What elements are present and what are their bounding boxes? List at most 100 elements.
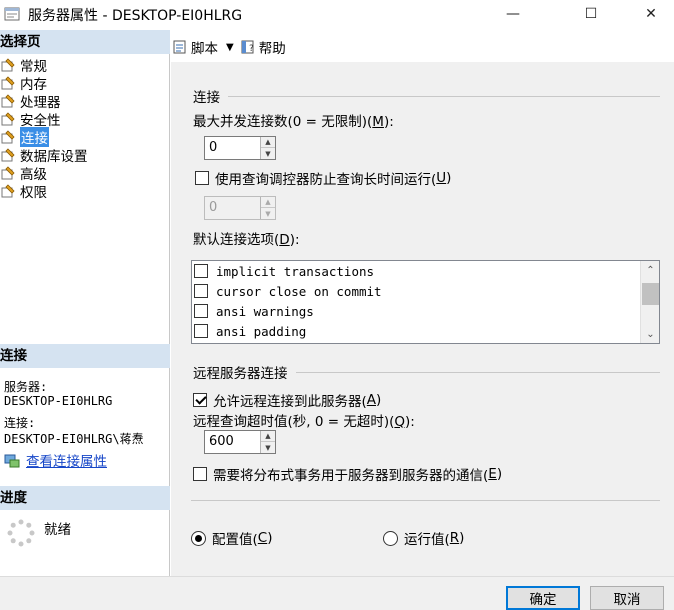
list-item[interactable]: ansi warnings [194,301,314,321]
ok-button[interactable]: 确定 [506,586,580,610]
cancel-button[interactable]: 取消 [590,586,664,610]
page-memory[interactable]: 内存 [0,74,47,93]
page-label: 内存 [20,77,47,93]
close-button[interactable]: ✕ [628,0,674,28]
decrement-arrow-icon[interactable]: ▼ [261,442,275,453]
decrement-arrow-icon: ▼ [265,209,271,218]
page-permissions[interactable]: 权限 [0,182,47,201]
left-pane: 选择页 常规 内存 处理器 安全性 连接 数据库设置 高级 权限 连接 服务器:… [0,30,170,576]
default-connection-options-label: 默认连接选项(D): [193,232,300,248]
connection-header: 连接 [0,344,170,368]
list-item[interactable]: cursor close on commit [194,281,382,301]
decrement-arrow-icon[interactable]: ▼ [261,148,275,159]
wrench-page-icon [1,130,15,144]
checkbox-box[interactable] [195,171,209,185]
script-label: 脚本 [191,41,218,57]
remote-group-header: 远程服务器连接 [193,362,660,382]
page-connections[interactable]: 连接 [0,127,49,147]
query-governor-checkbox[interactable]: 使用查询调控器防止查询长时间运行(U) [195,168,451,188]
view-connection-properties-label: 查看连接属性 [26,454,107,470]
max-connections-spinner[interactable]: ▲ ▼ [260,137,275,159]
distributed-transactions-checkbox[interactable]: 需要将分布式事务用于服务器到服务器的通信(E) [193,464,502,484]
view-connection-properties-link[interactable]: 查看连接属性 [4,450,107,470]
group-title: 远程服务器连接 [193,366,288,382]
connection-value: DESKTOP-EI0HLRG\蒋焘 [4,432,144,446]
page-label: 安全性 [20,113,61,129]
progress-header: 进度 [0,486,170,510]
wrench-page-icon [1,184,15,198]
increment-arrow-icon[interactable]: ▲ [261,431,275,442]
script-icon [173,40,186,54]
max-connections-label: 最大并发连接数(0 = 无限制)(M): [193,114,394,130]
query-governor-spinner: ▲ ▼ [260,197,275,219]
server-label: 服务器: [4,380,48,394]
page-label: 权限 [20,185,47,201]
remote-timeout-label: 远程查询超时值(秒, 0 = 无超时)(Q): [193,414,415,430]
query-governor-value: 0 [209,200,218,215]
checkbox-box[interactable] [194,304,208,318]
minimize-button[interactable]: — [490,0,536,28]
help-label: 帮助 [258,41,286,57]
page-processors[interactable]: 处理器 [0,92,61,111]
connection-label: 连接: [4,416,36,430]
scroll-down-icon[interactable]: ⌄ [641,325,659,343]
running-values-radio[interactable]: 运行值(R) [383,528,464,548]
title-bar: 服务器属性 - DESKTOP-EI0HLRG — ☐ ✕ [0,0,674,28]
checkbox-box[interactable] [193,393,207,407]
allow-remote-checkbox[interactable]: 允许远程连接到此服务器(A) [193,390,381,410]
vertical-scrollbar[interactable]: ⌃ ⌄ [640,261,659,343]
page-label: 常规 [20,59,47,75]
increment-arrow-icon: ▲ [261,197,275,208]
default-connection-options-list[interactable]: implicit transactions cursor close on co… [191,260,660,344]
page-advanced[interactable]: 高级 [0,164,47,183]
page-label: 处理器 [20,95,61,111]
dropdown-arrow-icon: ▼ [226,41,234,53]
radio-circle[interactable] [191,530,206,546]
wrench-page-icon [1,148,15,162]
increment-arrow-icon[interactable]: ▲ [261,137,275,148]
window-title: 服务器属性 - DESKTOP-EI0HLRG [28,8,243,24]
wrench-page-icon [1,58,15,72]
wrench-page-icon [1,94,15,108]
server-properties-icon [4,7,20,21]
list-item[interactable]: ansi padding [194,321,306,341]
page-database-settings[interactable]: 数据库设置 [0,146,88,165]
script-button[interactable]: 脚本 ▼ [172,37,234,57]
help-button[interactable]: ? 帮助 [240,37,286,57]
progress-status: 就绪 [44,522,71,538]
checkbox-box[interactable] [194,264,208,278]
remote-timeout-spinner[interactable]: ▲ ▼ [260,431,275,453]
list-item[interactable]: implicit transactions [194,261,374,281]
checkbox-box[interactable] [194,324,208,338]
connection-properties-icon [4,454,20,468]
page-label: 高级 [20,167,47,183]
divider [191,500,660,501]
query-governor-input: 0 ▲ ▼ [204,196,276,220]
wrench-page-icon [1,76,15,90]
max-connections-value: 0 [209,140,218,155]
scroll-thumb[interactable] [642,283,659,305]
help-icon: ? [241,40,254,54]
progress-spinner-icon [7,519,35,547]
wrench-page-icon [1,166,15,180]
connections-group-header: 连接 [193,86,660,106]
page-general[interactable]: 常规 [0,56,47,75]
remote-timeout-value: 600 [209,434,234,449]
radio-circle[interactable] [383,530,398,546]
page-label: 数据库设置 [20,149,88,165]
group-title: 连接 [193,90,220,106]
wrench-page-icon [1,112,15,126]
scroll-up-icon[interactable]: ⌃ [641,261,659,279]
checkbox-box[interactable] [193,467,207,481]
checkbox-box[interactable] [194,284,208,298]
svg-text:?: ? [249,44,254,54]
select-page-header: 选择页 [0,30,170,54]
dialog-footer: 确定 取消 [0,576,674,610]
max-connections-input[interactable]: 0 ▲ ▼ [204,136,276,160]
maximize-button[interactable]: ☐ [568,0,614,28]
page-security[interactable]: 安全性 [0,110,61,129]
toolbar: 脚本 ▼ ? 帮助 [172,32,292,62]
remote-timeout-input[interactable]: 600 ▲ ▼ [204,430,276,454]
page-label: 连接 [20,127,49,147]
configured-values-radio[interactable]: 配置值(C) [191,528,273,548]
